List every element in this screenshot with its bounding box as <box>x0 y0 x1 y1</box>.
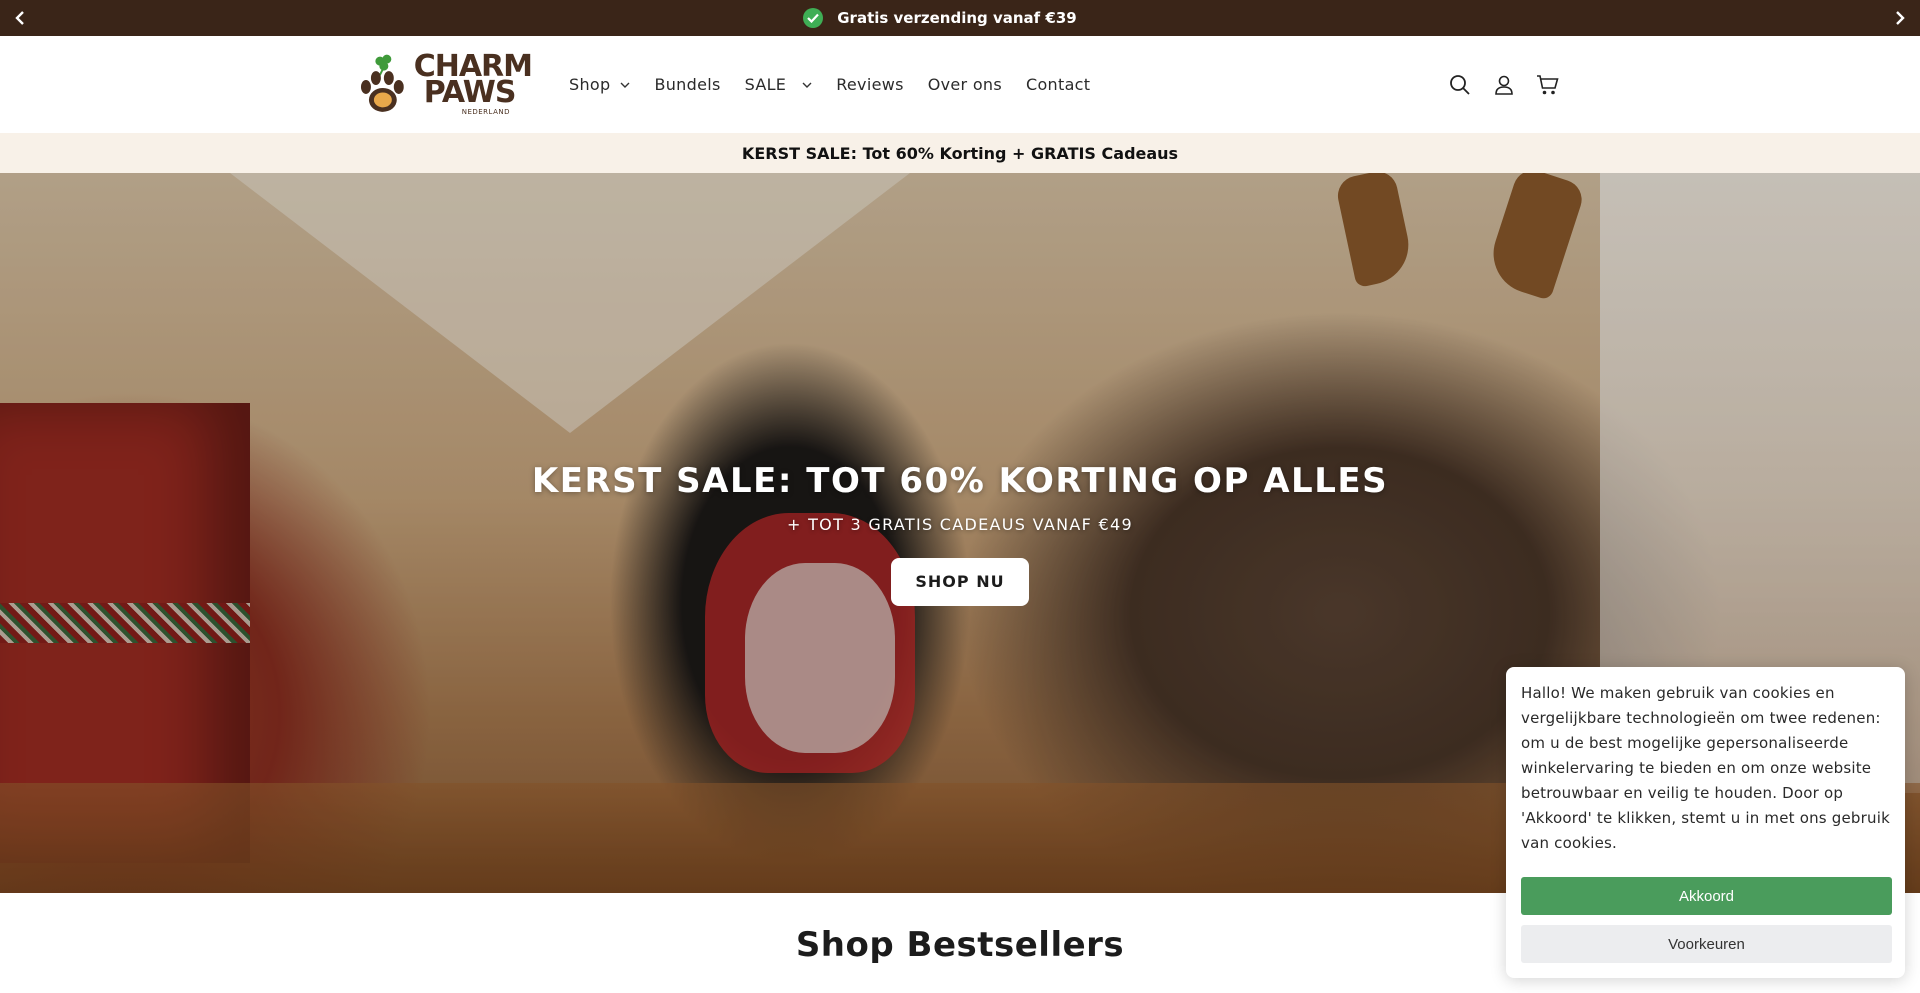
cookie-text: Hallo! We maken gebruik van cookies en v… <box>1521 684 1890 852</box>
announcement-text: Gratis verzending vanaf €39 <box>837 9 1077 27</box>
promo-strip: KERST SALE: Tot 60% Korting + GRATIS Cad… <box>0 133 1920 173</box>
logo[interactable]: CHARM PAWS NEDERLAND <box>358 50 533 118</box>
nav-item-reviews[interactable]: Reviews <box>836 75 904 94</box>
shop-now-button[interactable]: SHOP NU <box>891 557 1029 606</box>
nav-item-shop[interactable]: Shop <box>569 75 630 94</box>
main-nav: Shop Bundels SALE Reviews Over ons Conta… <box>569 36 1114 133</box>
announcement-next-button[interactable] <box>1880 0 1920 36</box>
account-icon[interactable] <box>1492 73 1516 97</box>
nav-label-contact: Contact <box>1026 75 1091 94</box>
nav-label-shop: Shop <box>569 75 611 94</box>
cookie-popup: Hallo! We maken gebruik van cookies en v… <box>1506 667 1905 978</box>
nav-label-reviews: Reviews <box>836 75 904 94</box>
accept-cookies-button[interactable]: Akkoord <box>1521 877 1892 915</box>
chevron-down-icon <box>802 82 812 88</box>
nav-label-over-ons: Over ons <box>927 75 1002 94</box>
nav-label-bundels: Bundels <box>654 75 721 94</box>
announcement-bar: Gratis verzending vanaf €39 <box>0 0 1920 36</box>
nav-item-over-ons[interactable]: Over ons <box>928 75 1002 94</box>
chevron-down-icon <box>620 82 630 88</box>
nav-label-sale: SALE <box>744 75 787 94</box>
nav-item-bundels[interactable]: Bundels <box>654 75 720 94</box>
paw-clover-icon <box>360 54 404 112</box>
nav-item-sale[interactable]: SALE <box>745 75 813 94</box>
check-circle-icon <box>803 8 824 28</box>
announcement-prev-button[interactable] <box>0 0 40 36</box>
cart-icon[interactable] <box>1536 73 1560 97</box>
nav-item-contact[interactable]: Contact <box>1026 75 1090 94</box>
hero-subtitle: + TOT 3 GRATIS CADEAUS VANAF €49 <box>787 514 1133 534</box>
chevron-left-icon <box>15 11 24 25</box>
search-icon[interactable] <box>1448 73 1472 97</box>
site-header: CHARM PAWS NEDERLAND Shop Bundels SALE R… <box>0 36 1920 133</box>
cookie-preferences-button[interactable]: Voorkeuren <box>1521 925 1892 963</box>
hero-title: KERST SALE: TOT 60% KORTING OP ALLES <box>531 460 1389 501</box>
chevron-right-icon <box>1896 11 1905 25</box>
announcement-message: Gratis verzending vanaf €39 <box>803 8 1077 28</box>
logo-word-paws: PAWS <box>423 75 517 110</box>
promo-text: KERST SALE: Tot 60% Korting + GRATIS Cad… <box>741 143 1179 163</box>
logo-subtitle: NEDERLAND <box>461 108 511 116</box>
header-icons <box>1448 36 1560 133</box>
